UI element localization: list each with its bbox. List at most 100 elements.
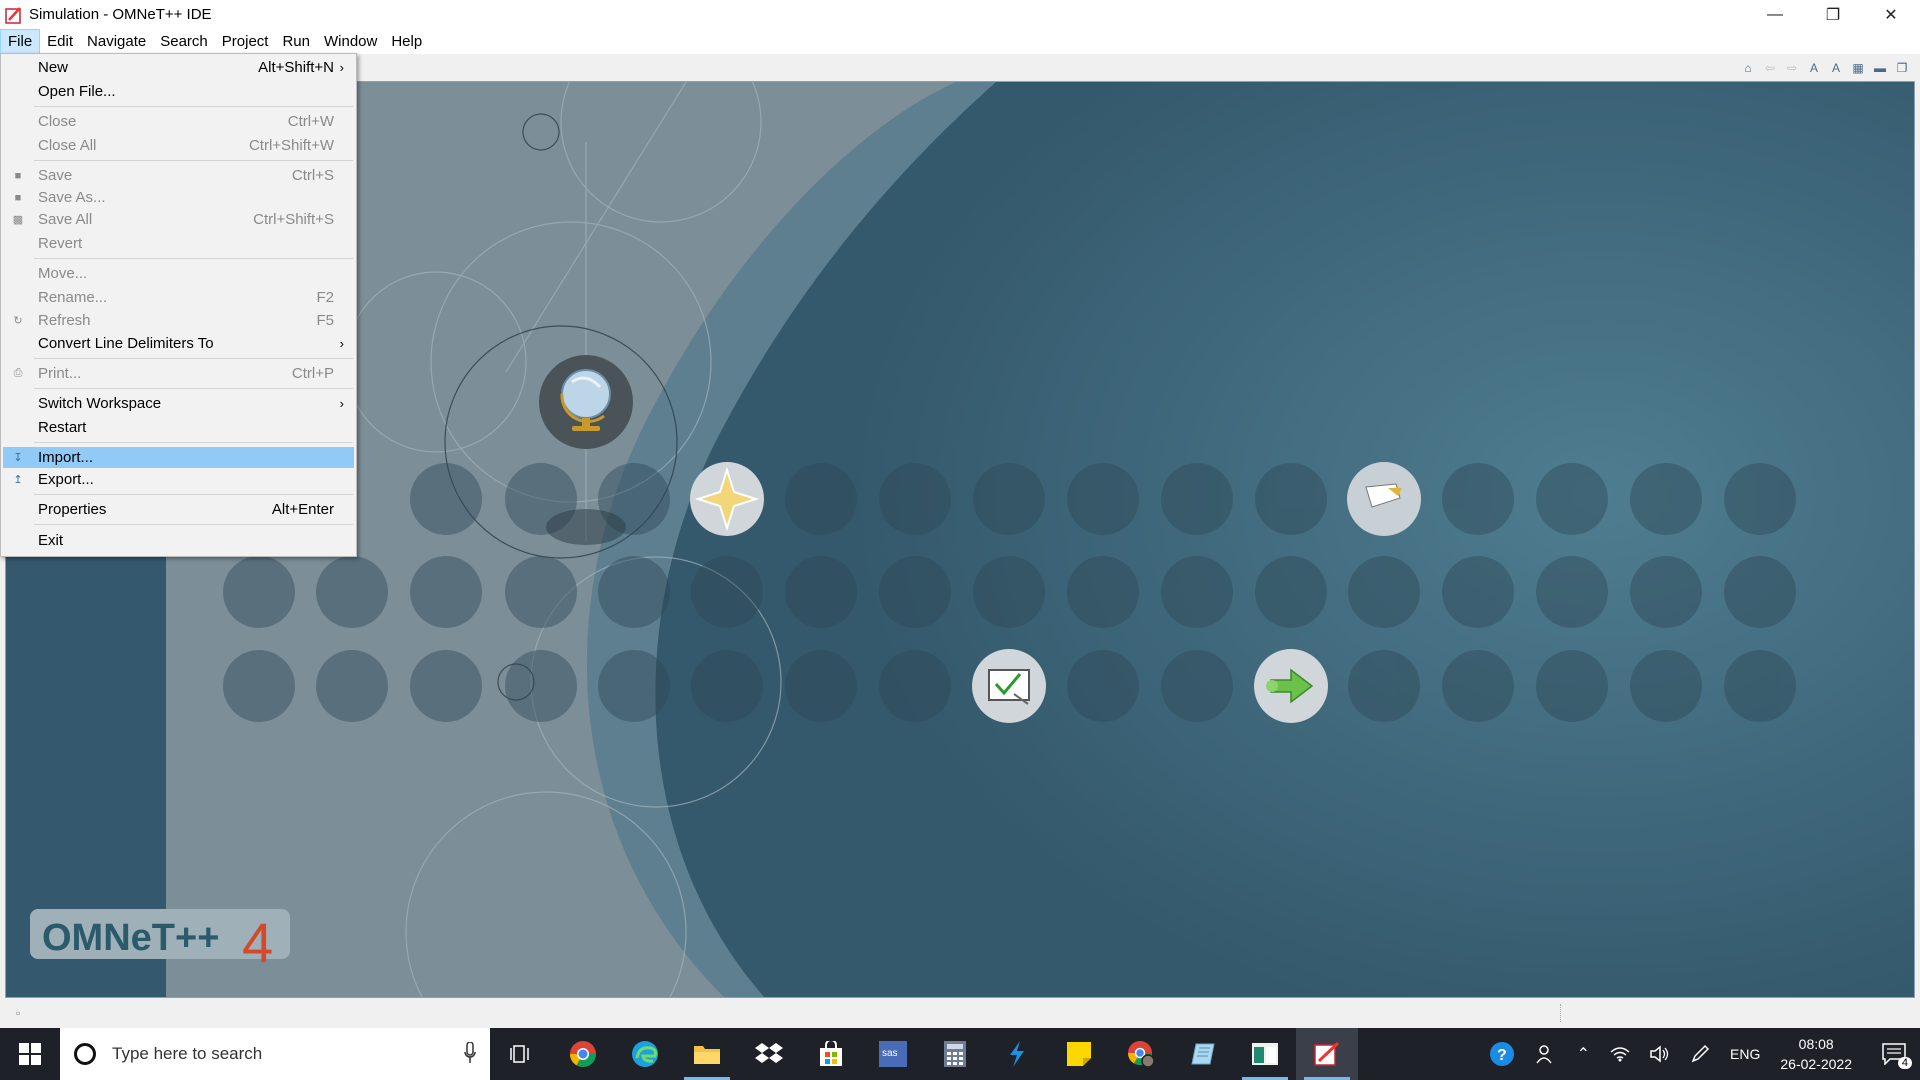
menu-bar: File Edit Navigate Search Project Run Wi… — [0, 29, 1920, 54]
sas-icon[interactable]: sas — [862, 1028, 924, 1080]
menu-item-import[interactable]: ↧ Import... — [3, 447, 354, 468]
menu-item-exit[interactable]: Exit — [3, 530, 354, 551]
menu-item-new[interactable]: New Alt+Shift+N › — [3, 57, 354, 78]
samples-icon[interactable] — [1347, 462, 1421, 536]
menu-separator — [34, 442, 353, 443]
omnet-app-icon — [5, 6, 21, 24]
restore-button[interactable]: ❐ — [1804, 0, 1862, 29]
menu-item-rename[interactable]: Rename... F2 — [3, 287, 354, 308]
increase-font-icon[interactable]: A — [1828, 60, 1844, 76]
search-placeholder: Type here to search — [112, 1044, 263, 1063]
fast-view-icon[interactable]: ▫ — [16, 1006, 20, 1020]
status-separator — [1560, 1004, 1561, 1022]
calculator-icon[interactable] — [924, 1028, 986, 1080]
notification-count-badge: 4 — [1897, 1057, 1912, 1069]
chrome-icon[interactable] — [552, 1028, 614, 1080]
sticky-notes-icon[interactable] — [1048, 1028, 1110, 1080]
menu-item-close[interactable]: Close Ctrl+W — [3, 111, 354, 132]
menu-item-move[interactable]: Move... — [3, 263, 354, 284]
menu-item-switch-workspace[interactable]: Switch Workspace › — [3, 393, 354, 414]
clock-time: 08:08 — [1798, 1036, 1834, 1052]
language-indicator[interactable]: ENG — [1730, 1046, 1760, 1062]
menu-item-convert-line-delimiters[interactable]: Convert Line Delimiters To › — [3, 333, 354, 354]
customize-icon[interactable]: ▦ — [1850, 60, 1866, 76]
menu-separator — [34, 388, 353, 389]
chrome-profile-icon[interactable] — [1110, 1028, 1172, 1080]
file-explorer-icon[interactable] — [676, 1028, 738, 1080]
menu-run[interactable]: Run — [275, 30, 317, 53]
svg-text:?: ? — [1497, 1047, 1507, 1064]
menu-search[interactable]: Search — [153, 30, 215, 53]
menu-separator — [34, 258, 353, 259]
home-icon[interactable]: ⌂ — [1740, 60, 1756, 76]
svg-text:sas: sas — [882, 1048, 898, 1059]
menu-item-properties[interactable]: Properties Alt+Enter — [3, 499, 354, 520]
clock-date: 26-02-2022 — [1780, 1056, 1852, 1072]
tutorials-icon[interactable] — [972, 649, 1046, 723]
menu-item-save[interactable]: ■ Save Ctrl+S — [3, 165, 354, 186]
windows-taskbar: Type here to search sas ? ⌃ ENG 08:08 26… — [0, 1028, 1920, 1080]
submenu-arrow-icon: › — [339, 396, 344, 411]
workbench-arrow-icon[interactable] — [1254, 649, 1328, 723]
menu-edit[interactable]: Edit — [40, 30, 80, 53]
task-view-icon[interactable] — [490, 1028, 552, 1080]
wifi-icon[interactable] — [1610, 1046, 1630, 1062]
cortana-icon — [74, 1043, 96, 1065]
print-icon: ⎙ — [13, 367, 23, 379]
notifications-icon[interactable]: 4 — [1882, 1043, 1912, 1069]
chevron-up-icon[interactable]: ⌃ — [1577, 1044, 1590, 1064]
menu-item-export[interactable]: ↥ Export... — [3, 469, 354, 490]
menu-help[interactable]: Help — [384, 30, 429, 53]
submenu-arrow-icon: › — [339, 336, 344, 351]
edge-icon[interactable] — [614, 1028, 676, 1080]
menu-item-print[interactable]: ⎙ Print... Ctrl+P — [3, 363, 354, 384]
close-window-button[interactable]: ✕ — [1862, 0, 1920, 29]
reduce-font-icon[interactable]: A — [1806, 60, 1822, 76]
volume-icon[interactable] — [1650, 1045, 1670, 1063]
clock[interactable]: 08:08 26-02-2022 — [1780, 1034, 1852, 1074]
menu-item-save-as[interactable]: ■ Save As... — [3, 187, 354, 208]
taskbar-search-box[interactable]: Type here to search — [60, 1028, 490, 1080]
menu-item-close-all[interactable]: Close All Ctrl+Shift+W — [3, 135, 354, 156]
menu-file[interactable]: File — [0, 29, 41, 54]
logo-text: OMNeT++ — [42, 917, 219, 959]
menu-window[interactable]: Window — [317, 30, 384, 53]
menu-navigate[interactable]: Navigate — [80, 30, 153, 53]
store-icon[interactable] — [800, 1028, 862, 1080]
back-icon[interactable]: ⇦ — [1762, 60, 1778, 76]
maximize-view-icon[interactable]: ❐ — [1894, 60, 1910, 76]
save-icon: ■ — [14, 169, 22, 182]
menu-separator — [34, 358, 353, 359]
forward-icon[interactable]: ⇨ — [1784, 60, 1800, 76]
menu-item-revert[interactable]: Revert — [3, 233, 354, 254]
app-window-icon[interactable] — [1234, 1028, 1296, 1080]
dropbox-icon[interactable] — [738, 1028, 800, 1080]
omnet-ide-icon[interactable] — [1296, 1028, 1358, 1080]
save-all-icon: ▩ — [12, 214, 24, 226]
file-menu-dropdown: New Alt+Shift+N › Open File... Close Ctr… — [0, 53, 357, 557]
refresh-icon: ↻ — [13, 315, 23, 327]
menu-item-save-all[interactable]: ▩ Save All Ctrl+Shift+S — [3, 209, 354, 230]
save-as-icon: ■ — [14, 191, 22, 204]
menu-item-refresh[interactable]: ↻ Refresh F5 — [3, 310, 354, 331]
window-title: Simulation - OMNeT++ IDE — [29, 6, 212, 23]
submenu-arrow-icon: › — [339, 60, 344, 75]
pen-icon[interactable] — [1690, 1044, 1710, 1064]
vscode-like-icon[interactable] — [986, 1028, 1048, 1080]
help-icon[interactable]: ? — [1489, 1041, 1515, 1067]
notepad-icon[interactable] — [1172, 1028, 1234, 1080]
windows-logo-icon — [19, 1043, 41, 1065]
whats-new-star-icon[interactable] — [690, 462, 764, 536]
microphone-icon[interactable] — [464, 1042, 476, 1064]
minimize-view-icon[interactable]: ▬ — [1872, 60, 1888, 76]
minimize-button[interactable]: — — [1746, 0, 1804, 29]
menu-separator — [34, 160, 353, 161]
menu-project[interactable]: Project — [215, 30, 276, 53]
menu-item-restart[interactable]: Restart — [3, 417, 354, 438]
people-icon[interactable] — [1535, 1043, 1557, 1065]
logo-version: 4 — [242, 911, 273, 974]
system-tray: ? ⌃ ENG 08:08 26-02-2022 4 — [1479, 1028, 1920, 1080]
start-button[interactable] — [0, 1028, 60, 1080]
menu-item-open-file[interactable]: Open File... — [3, 81, 354, 102]
status-bar: ▫ — [0, 998, 1920, 1028]
